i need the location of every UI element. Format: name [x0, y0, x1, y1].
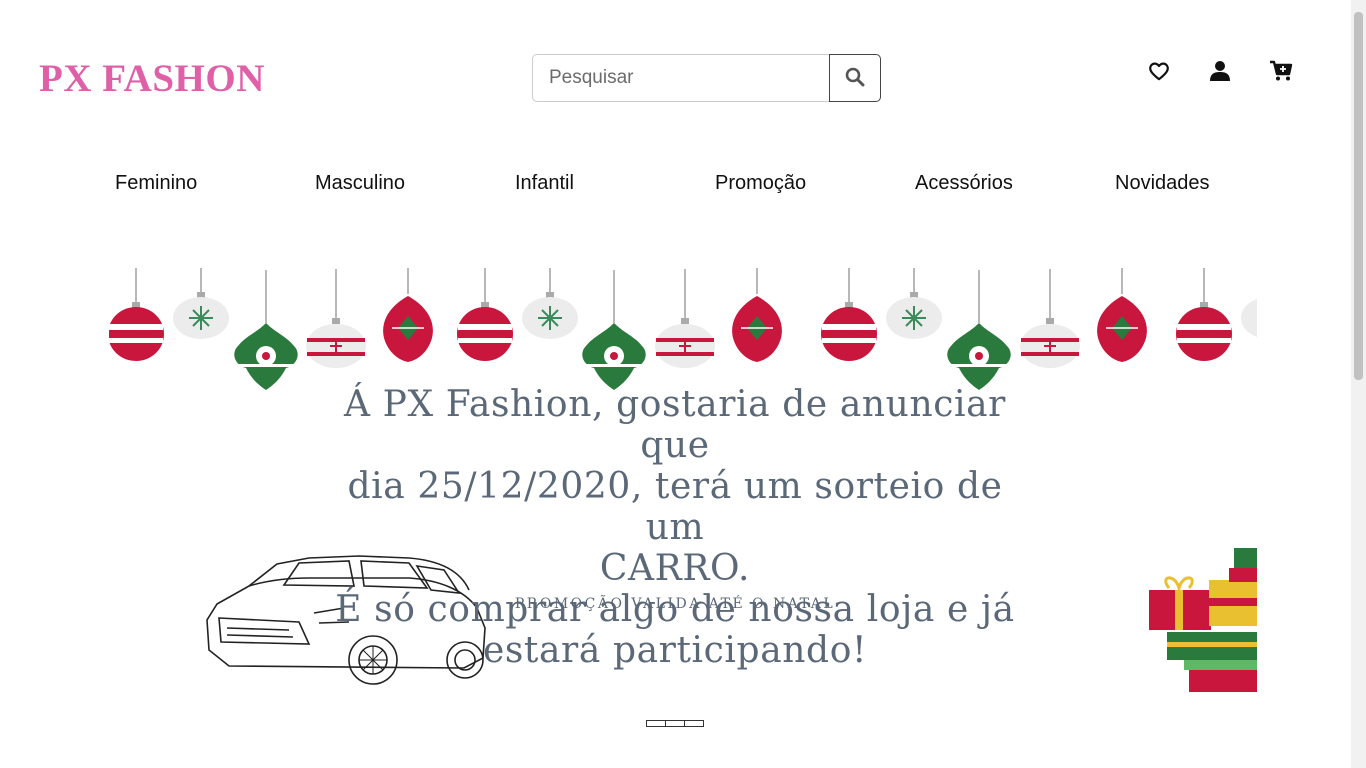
- nav-masculino[interactable]: Masculino: [315, 172, 405, 195]
- search-input[interactable]: [532, 54, 829, 102]
- account-button[interactable]: [1207, 60, 1233, 86]
- user-icon: [1209, 60, 1231, 87]
- headline-line: CARRO.: [599, 548, 751, 589]
- cart-button[interactable]: [1268, 60, 1294, 86]
- wishlist-button[interactable]: [1146, 60, 1172, 86]
- search-button[interactable]: [829, 54, 881, 102]
- headline-line: dia 25/12/2020, terá um sorteio de um: [347, 466, 1003, 548]
- cart-icon: [1269, 60, 1293, 87]
- banner-headline: Á PX Fashion, gostaria de anunciar que d…: [315, 384, 1035, 671]
- heart-icon: [1148, 61, 1170, 86]
- nav-acessorios[interactable]: Acessórios: [915, 172, 1013, 195]
- search-form: [532, 54, 881, 102]
- headline-line: estará participando!: [482, 630, 868, 671]
- nav-novidades[interactable]: Novidades: [1115, 172, 1210, 195]
- nav-infantil[interactable]: Infantil: [515, 172, 574, 195]
- scrollbar-thumb[interactable]: [1354, 12, 1363, 380]
- gifts-illustration: [1149, 548, 1257, 692]
- carousel-indicator[interactable]: [684, 720, 704, 727]
- search-icon: [845, 67, 865, 90]
- carousel-indicator[interactable]: [646, 720, 666, 727]
- carousel-indicator[interactable]: [665, 720, 685, 727]
- vertical-scrollbar[interactable]: [1351, 0, 1366, 768]
- nav-feminino[interactable]: Feminino: [115, 172, 197, 195]
- headline-line: Á PX Fashion, gostaria de anunciar que: [344, 384, 1006, 466]
- promo-banner[interactable]: Á PX Fashion, gostaria de anunciar que d…: [109, 268, 1257, 692]
- site-logo[interactable]: PX FASHON: [39, 56, 265, 101]
- nav-promocao[interactable]: Promoção: [715, 172, 806, 195]
- carousel-indicators: [646, 720, 704, 727]
- banner-subline: PROMOÇÃO VALIDA ATÉ O NATAL: [514, 596, 836, 612]
